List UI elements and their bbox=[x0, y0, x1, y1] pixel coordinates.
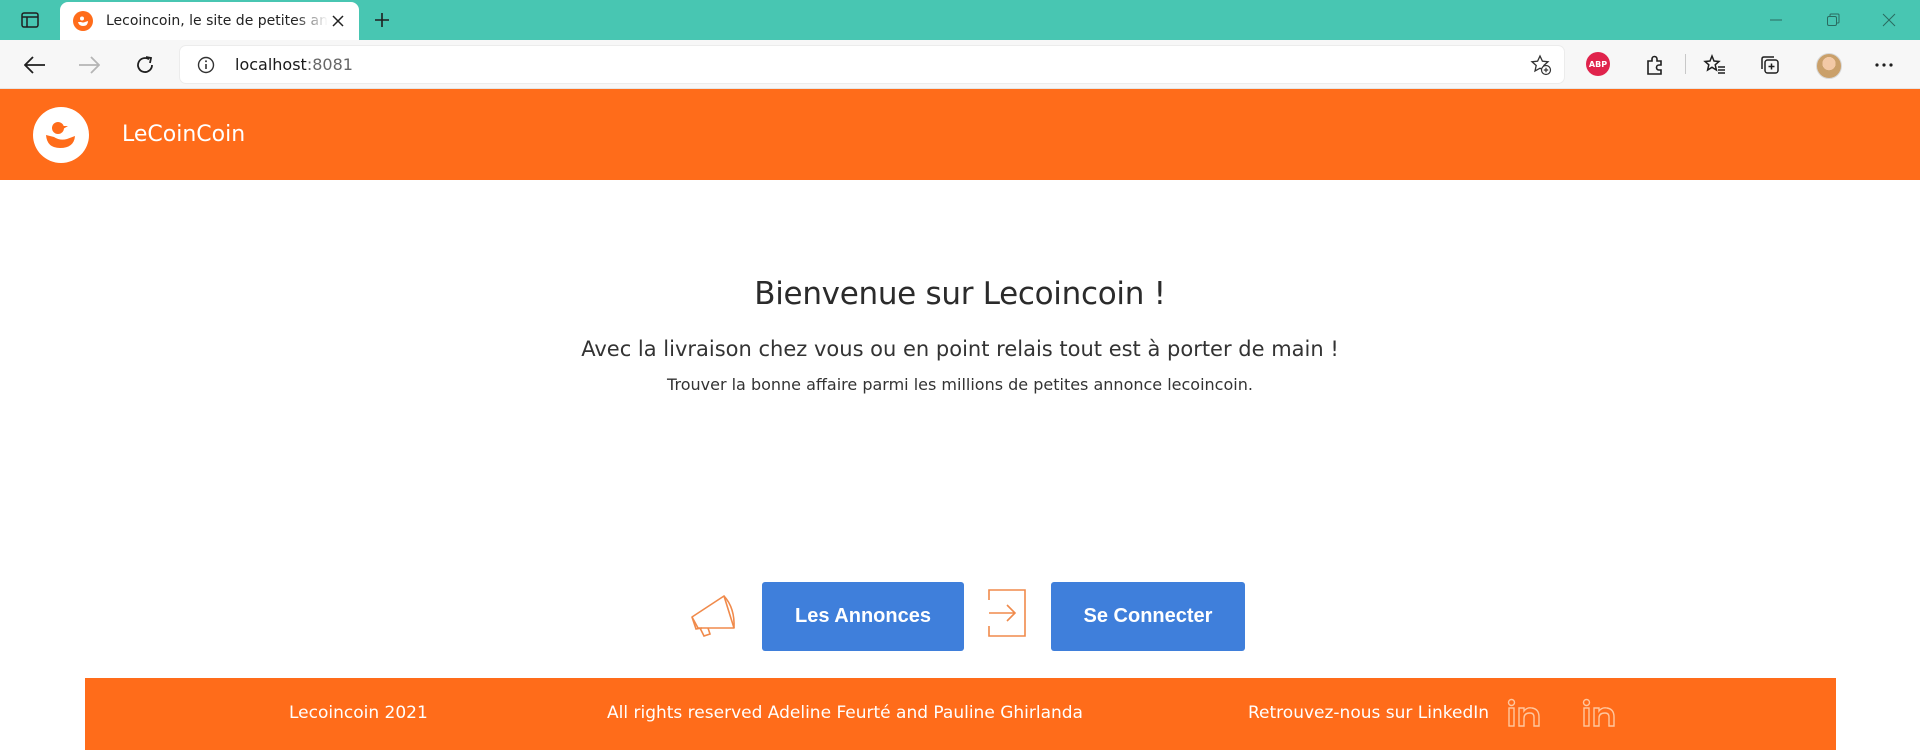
close-icon[interactable] bbox=[329, 12, 347, 30]
hero-lead: Avec la livraison chez vous ou en point … bbox=[581, 337, 1339, 361]
url-text[interactable]: localhost:8081 bbox=[235, 55, 353, 74]
linkedin-icon[interactable] bbox=[1582, 698, 1618, 728]
footer-copyright: Lecoincoin 2021 bbox=[289, 703, 428, 723]
collections-icon[interactable] bbox=[1755, 50, 1785, 80]
toolbar-divider bbox=[1685, 54, 1686, 74]
address-bar[interactable]: localhost:8081 bbox=[180, 46, 1564, 83]
site-header: LeCoinCoin bbox=[0, 89, 1920, 180]
extensions-icon[interactable] bbox=[1640, 50, 1670, 80]
tab-actions-icon[interactable] bbox=[18, 9, 42, 31]
more-menu-icon[interactable] bbox=[1869, 50, 1899, 80]
site-info-icon[interactable] bbox=[197, 56, 215, 74]
forward-arrow-icon[interactable] bbox=[74, 50, 104, 80]
back-arrow-icon[interactable] bbox=[20, 50, 50, 80]
duck-logo-icon[interactable] bbox=[33, 107, 89, 163]
browser-tabbar: Lecoincoin, le site de petites annonces bbox=[0, 0, 1920, 40]
site-brand[interactable]: LeCoinCoin bbox=[122, 122, 245, 147]
annonces-button[interactable]: Les Annonces bbox=[762, 582, 964, 651]
duck-favicon-icon bbox=[73, 11, 93, 31]
site-footer: Lecoincoin 2021 All rights reserved Adel… bbox=[85, 678, 1836, 750]
new-tab-icon[interactable] bbox=[370, 8, 394, 32]
add-favorite-icon[interactable] bbox=[1530, 54, 1552, 76]
browser-toolbar: localhost:8081 ABP bbox=[0, 40, 1920, 89]
footer-rights: All rights reserved Adeline Feurté and P… bbox=[607, 703, 1083, 723]
adblock-extension-icon[interactable]: ABP bbox=[1586, 52, 1610, 76]
connect-button[interactable]: Se Connecter bbox=[1051, 582, 1245, 651]
url-host: localhost bbox=[235, 55, 307, 74]
restore-icon[interactable] bbox=[1821, 8, 1845, 32]
megaphone-icon bbox=[691, 595, 735, 637]
hero-subtitle: Trouver la bonne affaire parmi les milli… bbox=[667, 375, 1253, 394]
browser-tab-active[interactable]: Lecoincoin, le site de petites annonces bbox=[60, 2, 359, 40]
footer-linkedin-text: Retrouvez-nous sur LinkedIn bbox=[1248, 703, 1490, 723]
url-port: :8081 bbox=[306, 55, 353, 74]
profile-avatar[interactable] bbox=[1816, 53, 1842, 79]
linkedin-icon[interactable] bbox=[1507, 698, 1543, 728]
minimize-icon[interactable] bbox=[1764, 8, 1788, 32]
reload-icon[interactable] bbox=[130, 50, 160, 80]
favorites-icon[interactable] bbox=[1700, 50, 1730, 80]
tab-title: Lecoincoin, le site de petites annonces bbox=[106, 13, 328, 29]
close-window-icon[interactable] bbox=[1877, 8, 1901, 32]
login-icon bbox=[988, 589, 1026, 637]
page-title: Bienvenue sur Lecoincoin ! bbox=[754, 276, 1166, 312]
